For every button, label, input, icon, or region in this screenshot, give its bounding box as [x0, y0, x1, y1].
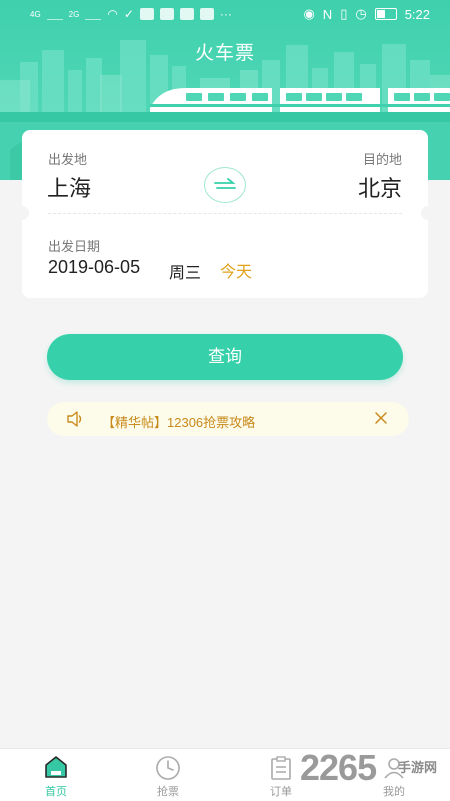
wifi-icon: ◠: [107, 7, 118, 21]
tab-label: 抢票: [157, 786, 179, 798]
app-notification-icon: [179, 8, 194, 20]
app-notification-icon: [139, 8, 154, 20]
to-city[interactable]: 北京: [358, 171, 402, 203]
card-notch-right: [421, 206, 435, 220]
date-label: 出发日期: [48, 239, 101, 254]
search-button[interactable]: 查询: [47, 334, 403, 380]
home-icon: [45, 756, 67, 778]
signal-icon: [46, 9, 63, 20]
clock-time: 5:22: [404, 6, 430, 22]
app-notification-icon: [199, 8, 214, 20]
page-title: 火车票: [194, 43, 255, 64]
watermark-number: 2265: [300, 747, 377, 788]
from-city[interactable]: 上海: [47, 171, 91, 203]
notice-text[interactable]: 【精华帖】12306抢票攻略: [102, 412, 255, 431]
ticket-search-card: 出发地 上海 目的地 北京 出发日期 2019-06-05 周三 今天: [15, 130, 435, 298]
app-notification-icon: [159, 8, 174, 20]
nfc-icon: N: [322, 6, 333, 22]
signal-icon: [85, 9, 102, 20]
tab-grab-tickets[interactable]: 抢票: [133, 749, 203, 801]
check-icon: ✓: [123, 7, 134, 21]
tab-label: 首页: [45, 786, 67, 798]
today-tag: 今天: [220, 264, 253, 281]
vibrate-icon: ▯: [340, 6, 348, 21]
swap-arrow-icon: [214, 178, 236, 189]
clock-icon: [156, 756, 180, 780]
speaker-icon: [67, 411, 82, 427]
eye-icon: ◉: [303, 6, 315, 21]
more-notifications-icon: ···: [219, 7, 232, 21]
departure-date[interactable]: 2019-06-05: [48, 257, 140, 278]
swap-stations-button[interactable]: [204, 167, 246, 203]
to-label: 目的地: [362, 152, 402, 167]
battery-icon: [374, 8, 397, 20]
alarm-icon: ◷: [355, 6, 367, 21]
card-divider: [48, 213, 402, 214]
status-bar: 4G 2G ◠ ✓ ··· ◉ N ▯ ◷ 5:22: [0, 0, 450, 28]
card-notch-left: [15, 206, 29, 220]
from-label: 出发地: [48, 152, 88, 167]
departure-weekday: 周三: [169, 265, 202, 282]
tab-home[interactable]: 首页: [21, 749, 91, 801]
watermark: 2265 手游网: [300, 745, 450, 800]
watermark-site: 手游网: [398, 760, 438, 775]
close-icon[interactable]: [374, 411, 388, 425]
network-indicator-2: 2G: [68, 9, 80, 19]
order-icon: [271, 756, 291, 780]
notice-bar[interactable]: 【精华帖】12306抢票攻略: [47, 402, 409, 436]
network-indicator-1: 4G: [30, 9, 41, 19]
